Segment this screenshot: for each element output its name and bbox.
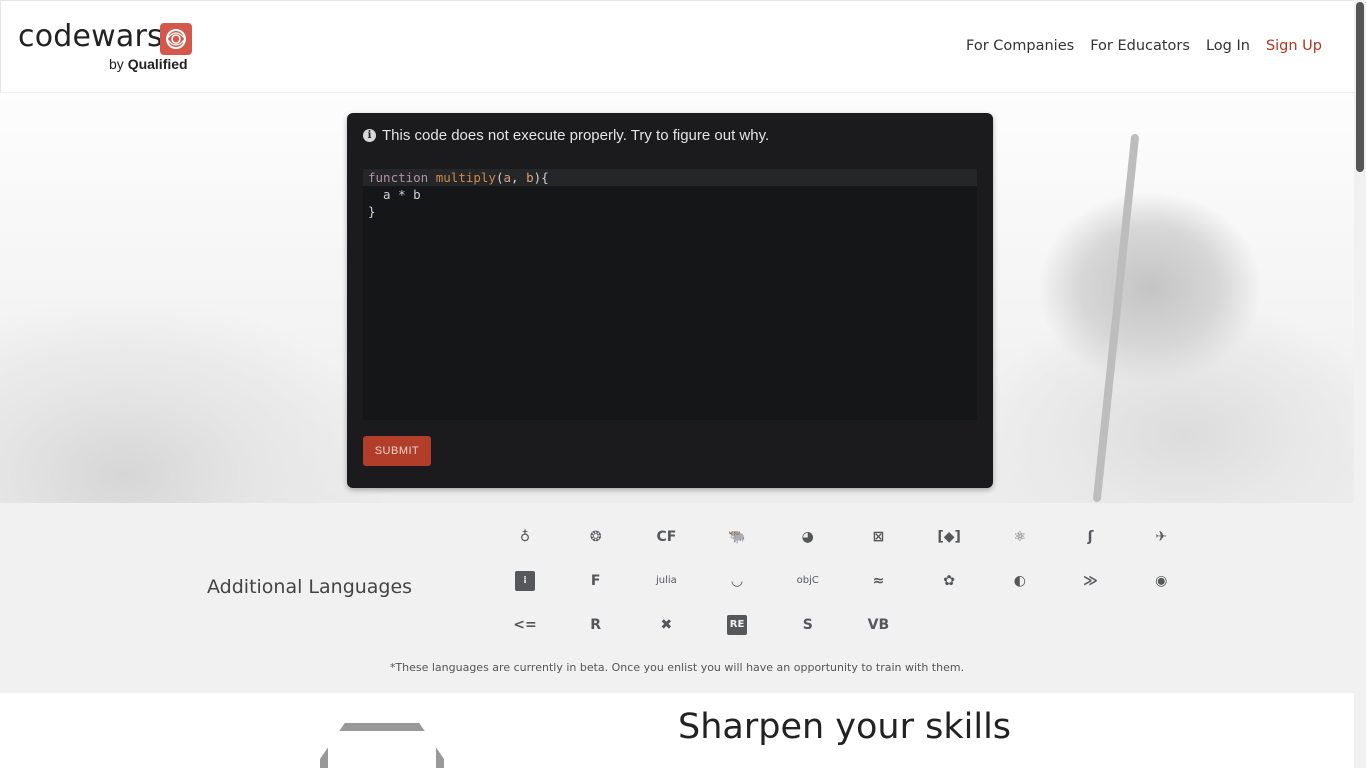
mist-illustration-left bbox=[0, 293, 400, 503]
factor-icon: ⚛ bbox=[1013, 529, 1027, 545]
elm-icon: ⊠ bbox=[872, 529, 885, 545]
code-line[interactable]: } bbox=[363, 203, 977, 220]
pascal-icon: ✿ bbox=[943, 573, 955, 589]
purescript-icon: <= bbox=[513, 617, 537, 633]
info-icon: i bbox=[363, 128, 376, 142]
crystal-icon: ◕ bbox=[801, 529, 814, 545]
logo-byline: by Qualified bbox=[109, 55, 188, 73]
beta-note: *These languages are currently in beta. … bbox=[389, 661, 965, 674]
nav-log-in[interactable]: Log In bbox=[1206, 38, 1250, 54]
scrollbar-thumb[interactable] bbox=[1356, 2, 1364, 172]
page-scrollbar[interactable] bbox=[1354, 0, 1366, 768]
submit-button[interactable]: SUBMIT bbox=[363, 436, 431, 466]
reason-icon: RE bbox=[727, 615, 748, 635]
additional-languages-section: Additional Languages ♁ ❂ CF 🐃 ◕ ⊠ [◆] ⚛ ʃ ✈ ⁞ Fjuli… bbox=[0, 503, 1354, 693]
codewars-logo[interactable]: codewars by Qualified bbox=[18, 19, 198, 75]
logo-brand-text: Qualified bbox=[127, 56, 188, 72]
code-line[interactable]: a * b bbox=[363, 186, 977, 203]
tree-foliage-illustration bbox=[1040, 193, 1260, 383]
bf-icon: ❂ bbox=[589, 529, 602, 545]
logo-mark-icon bbox=[160, 23, 192, 55]
site-header: codewars by Qualified For Companies For … bbox=[0, 0, 1354, 93]
logo-wordmark: codewars bbox=[18, 19, 163, 54]
ocaml-icon: ≈ bbox=[872, 573, 885, 589]
julia-icon: julia bbox=[655, 575, 677, 586]
r-icon: R bbox=[590, 617, 602, 633]
lean-icon: ◡ bbox=[731, 573, 743, 589]
cf-icon: CF bbox=[656, 529, 677, 545]
sharpen-skills-heading: Sharpen your skills bbox=[678, 707, 1012, 747]
objc-icon: objC bbox=[796, 575, 819, 586]
notice-text: This code does not execute properly. Try… bbox=[382, 126, 770, 144]
code-challenge-card: i This code does not execute properly. T… bbox=[347, 113, 993, 488]
solidity-icon: S bbox=[802, 617, 813, 633]
nav-sign-up[interactable]: Sign Up bbox=[1266, 38, 1322, 54]
rank-badge-icon bbox=[320, 723, 444, 768]
raku-icon: ✖ bbox=[660, 617, 673, 633]
nav-for-educators[interactable]: For Educators bbox=[1090, 38, 1190, 54]
forth-icon: F bbox=[590, 573, 601, 589]
sharpen-skills-section: Sharpen your skills bbox=[0, 693, 1354, 768]
code-line[interactable]: function multiply(a, b){ bbox=[363, 169, 977, 186]
erlang-icon: [◆] bbox=[937, 529, 961, 545]
idris-icon: ⁞ bbox=[515, 571, 535, 591]
cobol-icon: 🐃 bbox=[728, 529, 746, 545]
challenge-notice: i This code does not execute properly. T… bbox=[363, 125, 769, 145]
additional-languages-title: Additional Languages bbox=[207, 576, 413, 598]
code-editor[interactable]: function multiply(a, b){ a * b } bbox=[363, 169, 977, 420]
prolog-icon: ◉ bbox=[1155, 573, 1168, 589]
fortran-icon: ʃ bbox=[1087, 529, 1094, 545]
perl-icon: ◐ bbox=[1013, 573, 1026, 589]
vb-icon: VB bbox=[867, 617, 890, 633]
main-nav: For Companies For Educators Log In Sign … bbox=[966, 38, 1322, 54]
logo-by-text: by bbox=[109, 56, 124, 72]
powershell-icon: ≫ bbox=[1083, 573, 1098, 589]
agda-icon: ♁ bbox=[519, 529, 531, 545]
haxe-icon: ✈ bbox=[1155, 529, 1168, 545]
language-icon-grid: ♁ ❂ CF 🐃 ◕ ⊠ [◆] ⚛ ʃ ✈ ⁞ Fjulia ◡ objC ≈ ✿ ◐ ≫ ◉ <= R ✖ RE S VB bbox=[508, 527, 1188, 635]
nav-for-companies[interactable]: For Companies bbox=[966, 38, 1074, 54]
